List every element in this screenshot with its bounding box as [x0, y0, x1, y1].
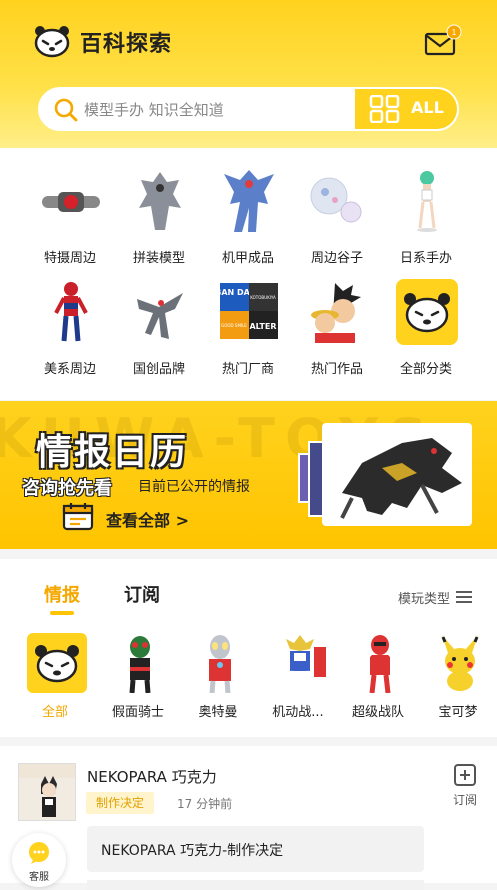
top-header: 百科探索 1 模型手办 知识全知道 ALL [0, 0, 497, 148]
tab-intel[interactable]: 情报 [44, 581, 80, 607]
category-hot-makers[interactable]: BAN DAI KOTOBUKIYA GOOD SMILE ALTER 热门厂商 [204, 259, 292, 377]
category-all[interactable]: 全部分类 [382, 259, 470, 377]
mail-badge: 1 [452, 28, 457, 37]
feed-timestamp: 17 分钟前 [177, 797, 233, 811]
gundam-kit-icon [139, 172, 181, 230]
grid-icon [369, 95, 400, 123]
feed-title: NEKOPARA 巧克力 [87, 768, 217, 786]
anime-characters-icon [311, 283, 361, 343]
banner-title: 情报日历 [36, 432, 189, 473]
menu-icon[interactable] [456, 590, 472, 604]
mecha-figure-icon [224, 170, 274, 232]
chip-label: 宝可梦 [438, 705, 478, 720]
feed-headline-card[interactable]: NEKOPARA 巧克力-制作决定 [87, 826, 424, 872]
banner-subtitle-bold: 咨询抢先看 [22, 478, 112, 499]
view-all-link[interactable]: 查看全部 > [106, 507, 189, 531]
chip-pokemon[interactable]: 宝可梦 [423, 633, 493, 723]
panda-chip-icon [27, 633, 87, 693]
mecha-beast-image [340, 438, 462, 519]
svg-text:ALTER: ALTER [249, 322, 276, 331]
subscribe-button[interactable]: 订阅 [450, 763, 480, 807]
svg-text:GOOD SMILE: GOOD SMILE [221, 323, 247, 328]
subscribe-label: 订阅 [452, 793, 477, 807]
brand-logos-icon: BAN DAI KOTOBUKIYA GOOD SMILE ALTER [218, 283, 278, 339]
feed-headline: NEKOPARA 巧克力-制作决定 [101, 843, 284, 859]
intel-calendar-banner[interactable]: KUWA-TOYS 情报日历 咨询抢先看 目前已公开的情报 查看全部 > [0, 401, 497, 549]
all-label: ALL [411, 98, 444, 117]
badge-goods-icon [310, 177, 362, 223]
panda-all-icon [396, 279, 458, 345]
chip-label: 全部 [41, 705, 68, 720]
category-us-figure[interactable]: 美系周边 [26, 259, 114, 377]
feed-thumbnail [18, 763, 76, 821]
tab-subscribe[interactable]: 订阅 [124, 581, 160, 607]
category-grid: 特摄周边 拼装模型 机甲成品 周边谷子 日系手办 美系周边 国创品牌 BAN D… [0, 148, 497, 400]
svg-text:BAN DAI: BAN DAI [218, 288, 253, 297]
chip-label: 假面骑士 [111, 705, 164, 720]
category-label: 热门厂商 [221, 362, 274, 377]
chip-super-sentai[interactable]: 超级战队 [343, 633, 413, 723]
anime-figure-icon [417, 171, 437, 232]
chip-all[interactable]: 全部 [20, 633, 90, 723]
category-model-kit[interactable]: 拼装模型 [115, 148, 203, 266]
news-section: 情报 订阅 模玩类型 全部 假面骑士 奥特曼 机动战... 超级战队 宝可梦 [0, 559, 497, 737]
kamen-rider-icon [129, 636, 151, 693]
chip-kamen-rider[interactable]: 假面骑士 [103, 633, 173, 723]
spiderman-figure-icon [54, 282, 88, 342]
super-sentai-icon [354, 635, 406, 693]
toy-type-filter[interactable]: 模玩类型 [398, 588, 450, 607]
mail-icon: 1 [424, 24, 462, 56]
customer-service-button[interactable]: 客服 [12, 833, 66, 887]
category-label: 全部分类 [399, 362, 452, 377]
category-mecha[interactable]: 机甲成品 [204, 148, 292, 266]
category-tokusatsu[interactable]: 特摄周边 [26, 148, 114, 266]
gundam-icon [286, 635, 326, 693]
search-bar[interactable]: 模型手办 知识全知道 ALL [38, 87, 459, 131]
pikachu-icon [441, 635, 479, 691]
category-label: 国创品牌 [132, 362, 185, 377]
robot-figure-icon [137, 293, 183, 339]
message-button[interactable]: 1 [424, 24, 464, 58]
status-badge: 制作决定 [86, 792, 155, 814]
chat-bubble-icon [29, 842, 49, 864]
app-title: 百科探索 [80, 32, 173, 57]
category-hot-works[interactable]: 热门作品 [293, 259, 381, 377]
nekopara-figure-image [19, 764, 75, 817]
feed-next-card [87, 880, 424, 890]
all-button[interactable]: ALL [355, 89, 457, 129]
chip-label: 奥特曼 [198, 705, 238, 720]
search-icon [54, 98, 78, 122]
chip-ultraman[interactable]: 奥特曼 [183, 633, 253, 723]
banner-subtitle: 目前已公开的情报 [138, 479, 250, 495]
search-placeholder: 模型手办 知识全知道 [84, 101, 224, 119]
feed-item[interactable]: NEKOPARA 巧克力 制作决定 17 分钟前 订阅 NEKOPARA 巧克力… [0, 746, 497, 890]
category-label: 美系周边 [43, 362, 96, 377]
ultraman-icon [209, 635, 231, 693]
banner-card-front [322, 423, 472, 526]
svg-text:KOTOBUKIYA: KOTOBUKIYA [250, 295, 276, 300]
add-subscribe-icon [454, 764, 476, 786]
category-domestic-brand[interactable]: 国创品牌 [115, 259, 203, 377]
service-label: 客服 [29, 872, 49, 883]
panda-logo-icon [34, 26, 70, 58]
category-label: 热门作品 [310, 362, 363, 377]
calendar-icon [62, 503, 94, 531]
category-goods[interactable]: 周边谷子 [293, 148, 381, 266]
chip-label: 机动战... [272, 705, 324, 720]
search-input[interactable]: 模型手办 知识全知道 [40, 89, 355, 129]
tab-indicator [50, 611, 74, 615]
category-japan-figure[interactable]: 日系手办 [382, 148, 470, 266]
chip-label: 超级战队 [351, 705, 404, 720]
chip-gundam[interactable]: 机动战... [263, 633, 333, 723]
henshin-belt-icon [42, 192, 100, 212]
